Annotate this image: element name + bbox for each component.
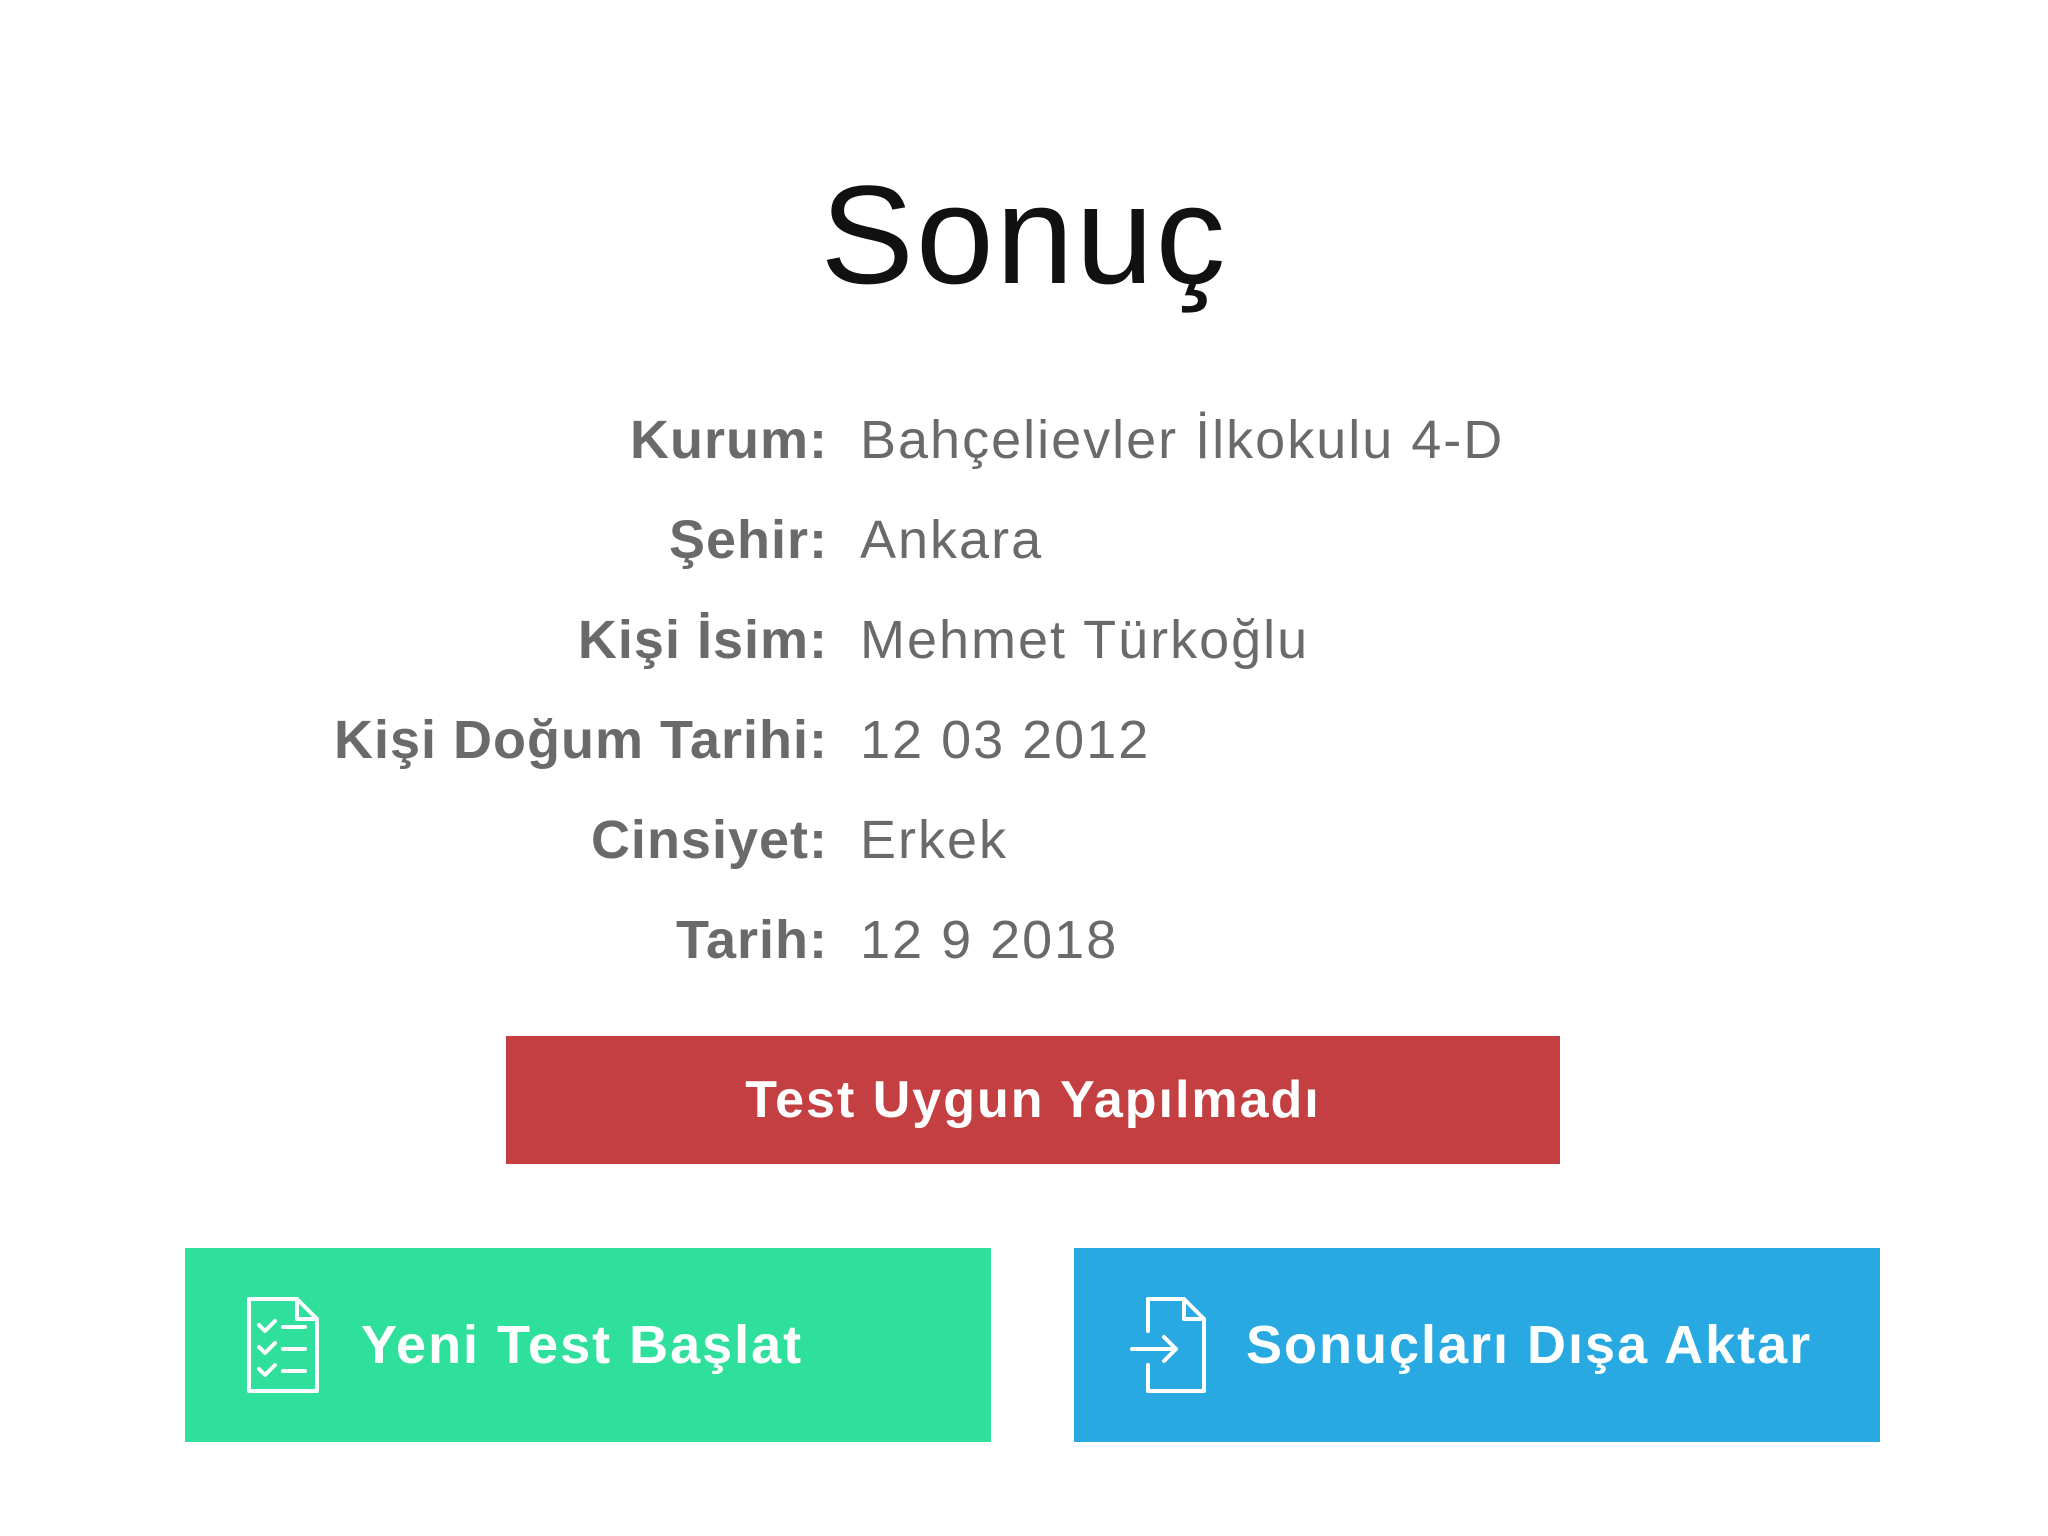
info-label: Kişi Doğum Tarihi: bbox=[333, 710, 828, 770]
result-page: Sonuç Kurum: Bahçelievler İlkokulu 4-D Ş… bbox=[0, 0, 2048, 1536]
test-status-label: Test Uygun Yapılmadı bbox=[745, 1071, 1321, 1129]
info-value: Bahçelievler İlkokulu 4-D bbox=[860, 410, 1505, 470]
info-list: Kurum: Bahçelievler İlkokulu 4-D Şehir: … bbox=[0, 402, 2048, 1002]
new-test-button[interactable]: Yeni Test Başlat bbox=[185, 1248, 991, 1442]
export-file-icon bbox=[1128, 1295, 1208, 1395]
info-value: Ankara bbox=[860, 510, 1044, 570]
info-label: Kurum: bbox=[630, 410, 828, 470]
info-label: Cinsiyet: bbox=[590, 810, 828, 870]
info-label: Şehir: bbox=[668, 510, 828, 570]
info-value: 12 03 2012 bbox=[860, 710, 1151, 770]
info-row-date: Tarih: 12 9 2018 bbox=[0, 902, 2048, 1002]
page-title: Sonuç bbox=[820, 156, 1228, 313]
info-value: Mehmet Türkoğlu bbox=[860, 610, 1310, 670]
info-label: Tarih: bbox=[676, 910, 828, 970]
info-row-birth-date: Kişi Doğum Tarihi: 12 03 2012 bbox=[0, 702, 2048, 802]
info-value: 12 9 2018 bbox=[860, 910, 1119, 970]
new-test-label: Yeni Test Başlat bbox=[361, 1315, 804, 1375]
info-value: Erkek bbox=[860, 810, 1009, 870]
info-row-gender: Cinsiyet: Erkek bbox=[0, 802, 2048, 902]
info-label: Kişi İsim: bbox=[577, 610, 828, 670]
export-results-button[interactable]: Sonuçları Dışa Aktar bbox=[1074, 1248, 1880, 1442]
info-row-person-name: Kişi İsim: Mehmet Türkoğlu bbox=[0, 602, 2048, 702]
export-results-label: Sonuçları Dışa Aktar bbox=[1246, 1315, 1813, 1375]
test-status-banner: Test Uygun Yapılmadı bbox=[506, 1036, 1560, 1164]
checklist-icon bbox=[243, 1295, 323, 1395]
info-row-city: Şehir: Ankara bbox=[0, 502, 2048, 602]
info-row-institution: Kurum: Bahçelievler İlkokulu 4-D bbox=[0, 402, 2048, 502]
